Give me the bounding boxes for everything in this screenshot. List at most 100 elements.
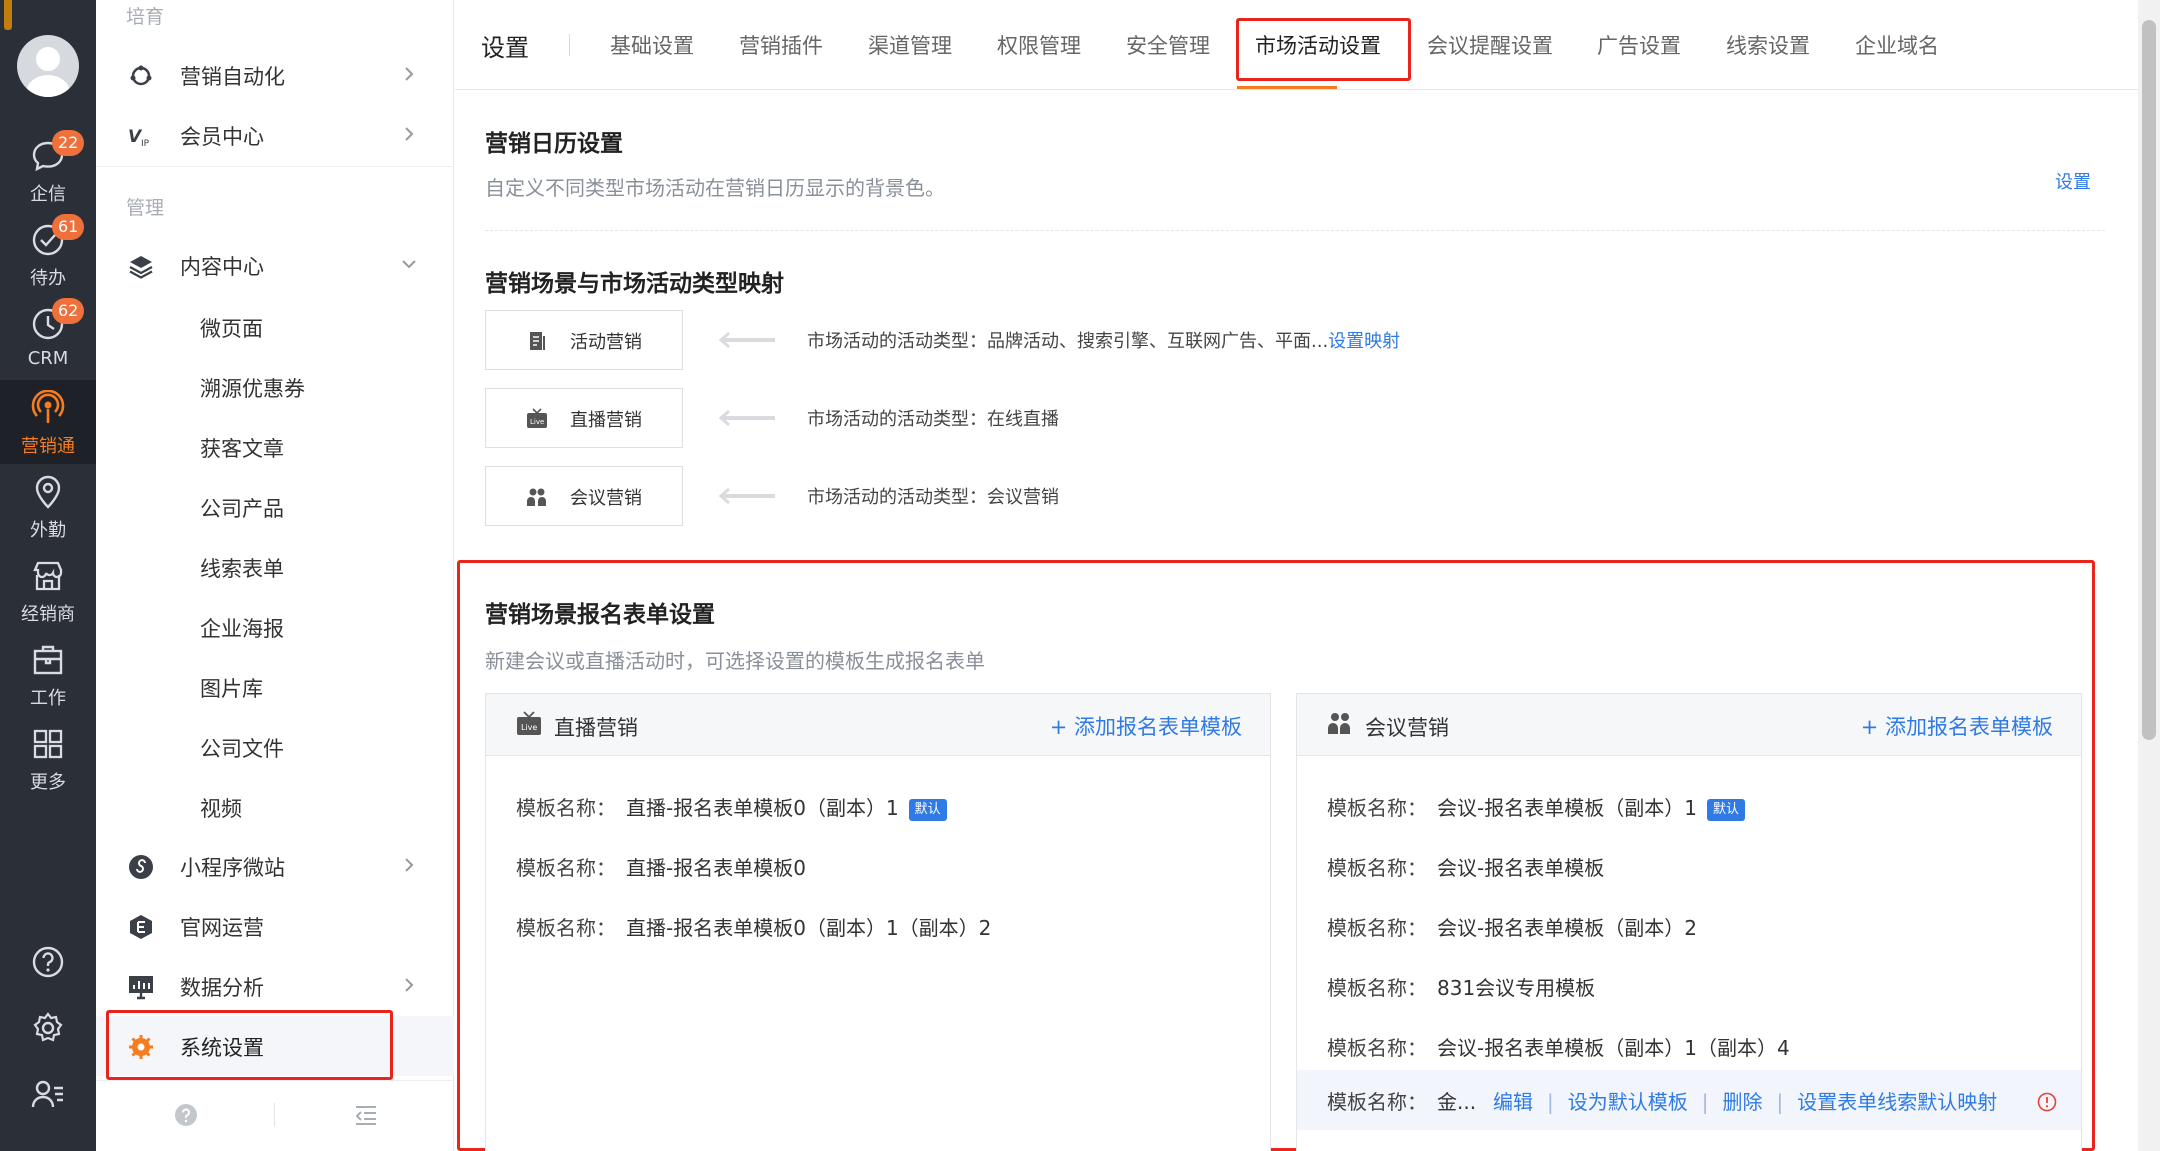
sidebar-subitem-poster[interactable]: 企业海报 — [200, 613, 284, 643]
scene-label: 会议营销 — [570, 488, 642, 509]
rail-label: 待办 — [30, 268, 66, 289]
template-row[interactable]: 模板名称： 会议-报名表单模板（副本）1 默认 — [1297, 778, 2081, 836]
sidebar-subitem-video[interactable]: 视频 — [200, 793, 242, 823]
panel-header: 会议营销 + 添加报名表单模板 — [1297, 694, 2081, 756]
template-row[interactable]: 模板名称： 会议-报名表单模板 — [1297, 838, 2081, 896]
template-row[interactable]: 模板名称： 831会议专用模板 — [1297, 958, 2081, 1016]
mapping-text: 市场活动的活动类型：在线直播 — [807, 409, 1059, 430]
briefcase-icon — [33, 645, 63, 675]
warning-icon[interactable] — [2037, 1092, 2057, 1112]
sidebar-subitem-product[interactable]: 公司产品 — [200, 493, 284, 523]
delete-link[interactable]: 删除 — [1723, 1090, 1763, 1114]
tab-leads[interactable]: 线索设置 — [1726, 30, 1810, 60]
mapping-row-meeting: 会议营销 市场活动的活动类型：会议营销 — [485, 466, 1585, 526]
template-name: 直播-报名表单模板0 — [626, 856, 806, 880]
rail-item-field[interactable]: 外勤 — [0, 464, 96, 548]
template-row[interactable]: 模板名称： 会议-报名表单模板（副本）2 — [1297, 898, 2081, 956]
help-icon[interactable] — [30, 944, 66, 980]
live-tv-icon: Live — [517, 711, 541, 735]
sidebar-item-label: 小程序微站 — [180, 856, 285, 880]
svg-text:IP: IP — [141, 139, 150, 149]
chevron-right-icon — [405, 858, 414, 872]
help-icon[interactable] — [174, 1103, 198, 1127]
template-row[interactable]: 模板名称： 直播-报名表单模板0 — [486, 838, 1270, 896]
rail-label: 营销通 — [21, 436, 75, 457]
sidebar-item-analytics[interactable]: 数据分析 — [96, 956, 454, 1016]
scrollbar-thumb[interactable] — [2142, 20, 2156, 740]
set-mapping-link[interactable]: 设置表单线索默认映射 — [1797, 1090, 1997, 1114]
section-label-cultivate: 培育 — [126, 6, 165, 28]
tab-ads[interactable]: 广告设置 — [1597, 30, 1681, 60]
sidebar-subitem-article[interactable]: 获客文章 — [200, 433, 284, 463]
add-template-button[interactable]: + 添加报名表单模板 — [1050, 711, 1242, 741]
template-name: 会议-报名表单模板（副本）2 — [1437, 916, 1697, 940]
chevron-down-icon — [402, 260, 416, 269]
meeting-template-panel: 会议营销 + 添加报名表单模板 模板名称： 会议-报名表单模板（副本）1 默认 模… — [1296, 693, 2082, 1151]
sidebar-footer — [96, 1080, 454, 1151]
sidebar-item-member[interactable]: V IP 会员中心 — [96, 105, 454, 165]
tab-security[interactable]: 安全管理 — [1126, 30, 1210, 60]
rail-item-qixin[interactable]: 22 企信 — [0, 128, 96, 212]
mapping-row-live: Live 直播营销 市场活动的活动类型：在线直播 — [485, 388, 1585, 448]
template-row[interactable]: 模板名称： 直播-报名表单模板0（副本）1（副本）2 — [486, 898, 1270, 956]
rail-item-more[interactable]: 更多 — [0, 716, 96, 800]
forms-section-desc: 新建会议或直播活动时，可选择设置的模板生成报名表单 — [485, 649, 985, 673]
mapping-text: 市场活动的活动类型：会议营销 — [807, 487, 1059, 508]
rail-item-work[interactable]: 工作 — [0, 632, 96, 716]
cycle-icon — [130, 65, 152, 86]
edit-link[interactable]: 编辑 — [1493, 1090, 1533, 1114]
sidebar-item-website[interactable]: 官网运营 — [96, 896, 454, 956]
people-icon — [527, 488, 546, 506]
page-title: 设置 — [481, 34, 529, 62]
tab-plugins[interactable]: 营销插件 — [739, 30, 823, 60]
tab-meeting-reminder[interactable]: 会议提醒设置 — [1427, 30, 1553, 60]
sidebar-subitem-image-library[interactable]: 图片库 — [200, 673, 263, 703]
chevron-right-icon — [405, 67, 414, 81]
tab-channels[interactable]: 渠道管理 — [868, 30, 952, 60]
tab-basic[interactable]: 基础设置 — [610, 30, 694, 60]
calendar-section-title: 营销日历设置 — [485, 131, 623, 157]
template-row[interactable]: 模板名称： 直播-报名表单模板0（副本）1 默认 — [486, 778, 1270, 836]
panel-title: 直播营销 — [554, 716, 638, 740]
template-row-hovered[interactable]: 模板名称： 金... 编辑 | 设为默认模板 | 删除 | 设置表单线索默认映射 — [1297, 1070, 2081, 1130]
module-sidebar: 培育 营销自动化 V IP 会员中心 管理 内容中心 微页面 溯源优惠券 获客文章… — [96, 0, 454, 1151]
sidebar-item-content-center[interactable]: 内容中心 — [96, 235, 454, 295]
page-scrollbar[interactable] — [2138, 0, 2160, 1151]
sidebar-item-automation[interactable]: 营销自动化 — [96, 45, 454, 105]
rail-item-dealer[interactable]: 经销商 — [0, 548, 96, 632]
calendar-settings-link[interactable]: 设置 — [2055, 168, 2091, 194]
user-avatar[interactable] — [17, 35, 79, 97]
tab-permissions[interactable]: 权限管理 — [997, 30, 1081, 60]
main-content: 设置 基础设置 营销插件 渠道管理 权限管理 安全管理 市场活动设置 会议提醒设… — [455, 0, 2138, 1151]
rail-label: CRM — [27, 348, 69, 369]
action-separator: | — [1776, 1090, 1784, 1114]
mapping-types: 市场活动的活动类型：品牌活动、搜索引擎、互联网广告、平面... — [807, 331, 1329, 352]
add-template-button[interactable]: + 添加报名表单模板 — [1861, 711, 2053, 741]
rail-item-crm[interactable]: 62 CRM — [0, 296, 96, 380]
set-default-link[interactable]: 设为默认模板 — [1568, 1090, 1688, 1114]
user-list-icon[interactable] — [30, 1076, 66, 1112]
section-divider — [485, 230, 2105, 231]
sidebar-item-label: 内容中心 — [180, 255, 264, 279]
sidebar-subitem-micropage[interactable]: 微页面 — [200, 313, 263, 343]
rail-item-marketing[interactable]: 营销通 — [0, 380, 96, 464]
collapse-menu-icon[interactable] — [354, 1105, 378, 1125]
sidebar-item-miniprogram[interactable]: 小程序微站 — [96, 836, 454, 896]
mapping-row-activity: 活动营销 市场活动的活动类型：品牌活动、搜索引擎、互联网广告、平面...设置映射 — [485, 310, 1585, 370]
sidebar-subitem-lead-form[interactable]: 线索表单 — [200, 553, 284, 583]
template-key: 模板名称： — [1327, 916, 1427, 940]
arrow-left-icon — [719, 332, 775, 348]
sidebar-item-label: 营销自动化 — [180, 65, 285, 89]
sidebar-subitem-coupon[interactable]: 溯源优惠券 — [200, 373, 305, 403]
rail-item-todo[interactable]: 61 待办 — [0, 212, 96, 296]
template-row[interactable]: 模板名称： 会议-报名表单模板（副本）1（副本）4 — [1297, 1018, 2081, 1076]
set-mapping-link[interactable]: 设置映射 — [1328, 331, 1400, 352]
mapping-text: 市场活动的活动类型：品牌活动、搜索引擎、互联网广告、平面...设置映射 — [807, 327, 1400, 353]
sidebar-divider — [96, 166, 454, 167]
template-key: 模板名称： — [516, 916, 616, 940]
template-key: 模板名称： — [1327, 796, 1427, 820]
gear-icon[interactable] — [30, 1010, 66, 1046]
sidebar-subitem-files[interactable]: 公司文件 — [200, 733, 284, 763]
panel-title: 会议营销 — [1365, 716, 1449, 740]
tab-domain[interactable]: 企业域名 — [1855, 30, 1939, 60]
